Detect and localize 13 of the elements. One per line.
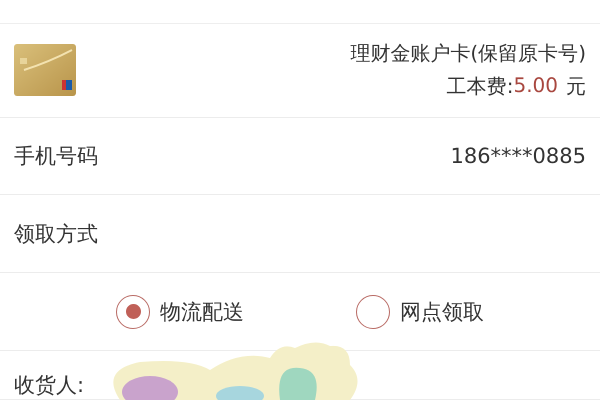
radio-button[interactable]: [116, 294, 150, 329]
bank-card-icon: [14, 44, 76, 96]
phone-label: 手机号码: [14, 143, 98, 170]
radio-label[interactable]: 物流配送: [160, 298, 244, 326]
radio-button[interactable]: [356, 294, 390, 329]
fee-amount: 5.00: [513, 73, 558, 100]
fee-label: 工本费:: [446, 73, 514, 100]
fee-unit: 元: [566, 73, 586, 100]
receiver-label: 收货人:: [14, 372, 84, 400]
radio-label[interactable]: 网点领取: [400, 298, 484, 326]
pickup-method-label: 领取方式: [14, 220, 98, 248]
card-name: 理财金账户卡(保留原卡号): [350, 40, 586, 68]
phone-number: 186****0885: [450, 144, 586, 168]
